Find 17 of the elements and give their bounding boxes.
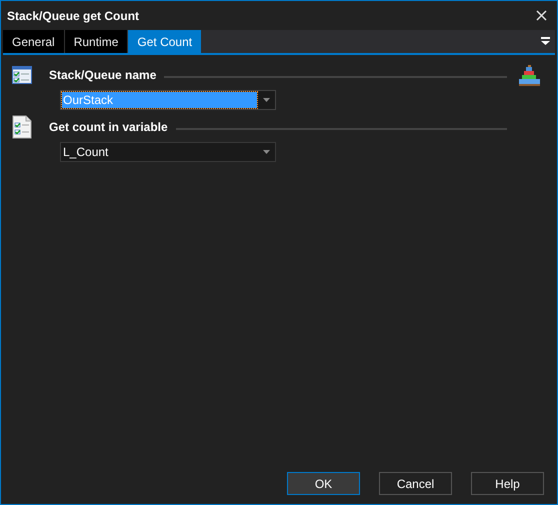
dialog-button[interactable]: Cancel [379, 472, 452, 495]
stack-rings-icon [518, 65, 540, 87]
section-label: Stack/Queue name [49, 67, 156, 84]
dropdown-arrow-icon[interactable] [263, 150, 270, 154]
dialog-button[interactable]: Help [471, 472, 544, 495]
tab[interactable]: General [3, 30, 65, 53]
dropdown-arrow-icon[interactable] [263, 98, 270, 102]
section-label: Get count in variable [49, 119, 168, 136]
combo-value: L_Count [63, 144, 108, 161]
combo-value: OurStack [63, 92, 114, 109]
checklist-icon [12, 115, 32, 139]
tab[interactable]: Runtime [64, 30, 128, 53]
tab[interactable]: Get Count [128, 30, 202, 53]
window-title: Stack/Queue get Count [7, 8, 140, 24]
dialog-button[interactable]: OK [287, 472, 360, 495]
combo-box[interactable]: L_Count [60, 142, 276, 162]
checklist-icon [12, 65, 32, 85]
